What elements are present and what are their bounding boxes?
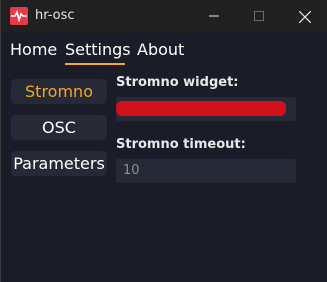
minimize-icon <box>209 15 219 17</box>
stromno-widget-label: Stromno widget: <box>116 75 239 90</box>
sidebar-item-osc[interactable]: OSC <box>11 115 107 140</box>
maximize-icon <box>254 11 264 21</box>
stromno-widget-input[interactable] <box>116 97 296 121</box>
app-window: hr-osc Home Settings About Stromno OSC P… <box>0 0 327 282</box>
close-button[interactable] <box>281 0 327 32</box>
window-title: hr-osc <box>35 8 75 23</box>
title-bar[interactable]: hr-osc <box>1 0 327 33</box>
maximize-button[interactable] <box>236 0 282 32</box>
sidebar-item-parameters[interactable]: Parameters <box>11 151 107 176</box>
main-content: Home Settings About Stromno OSC Paramete… <box>1 33 327 282</box>
close-icon <box>299 11 311 23</box>
active-menu-indicator <box>65 63 125 65</box>
stromno-timeout-input[interactable]: 10 <box>116 159 296 183</box>
heartbeat-icon <box>10 7 28 25</box>
minimize-button[interactable] <box>191 0 237 32</box>
sidebar-item-stromno[interactable]: Stromno <box>11 79 107 104</box>
stromno-timeout-label: Stromno timeout: <box>116 137 246 152</box>
redaction-mark <box>116 101 286 116</box>
menu-home[interactable]: Home <box>10 40 57 60</box>
menu-about[interactable]: About <box>137 40 184 60</box>
menu-settings[interactable]: Settings <box>65 40 131 60</box>
menu-bar: Home Settings About <box>1 33 327 67</box>
